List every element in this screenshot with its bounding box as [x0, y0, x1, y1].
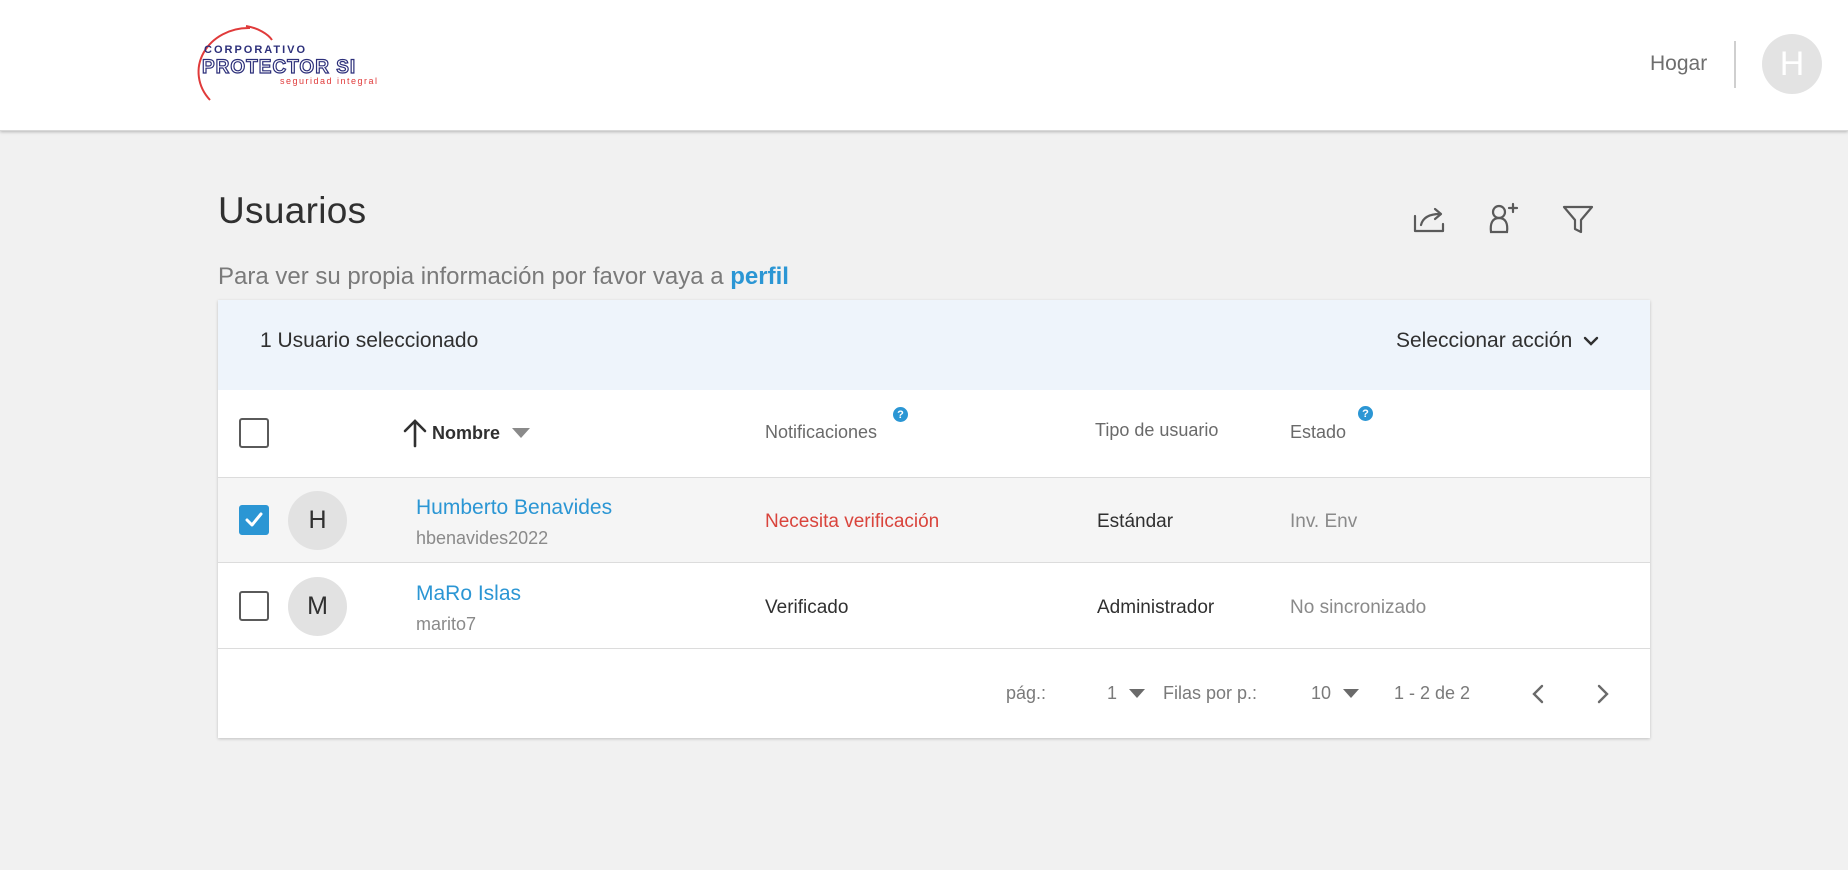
table-row[interactable]: M MaRo Islas marito7 Verificado Administ…: [218, 564, 1650, 649]
avatar: M: [288, 577, 347, 636]
column-status-header: Estado: [1290, 422, 1347, 442]
rows-per-page-label: Filas por p.:: [1163, 683, 1258, 703]
previous-page-button[interactable]: [1524, 679, 1554, 709]
selection-bar: 1 Usuario seleccionado Seleccionar acció…: [218, 300, 1650, 390]
table-header: Nombre Notificaciones ? Tipo de usuario …: [218, 390, 1650, 478]
user-status: Inv. Env: [1290, 511, 1358, 532]
user-avatar[interactable]: H: [1762, 34, 1822, 94]
chevron-left-icon: [1532, 684, 1544, 704]
page-subtitle: Para ver su propia información por favor…: [218, 263, 789, 291]
column-user-type-header: Tipo de usuario: [1095, 420, 1219, 440]
page-value: 1: [1107, 683, 1118, 703]
user-status: No sincronizado: [1290, 597, 1427, 618]
pagination-footer: pág.: 1 Filas por p.: 10 1 - 2 de 2: [218, 649, 1650, 738]
rows-per-page-select[interactable]: 10: [1311, 683, 1360, 704]
company-logo[interactable]: CORPORATIVO PROTECTOR SI seguridad integ…: [188, 22, 408, 106]
header-divider: [1734, 41, 1736, 88]
user-type: Administrador: [1097, 597, 1215, 618]
row-checkbox[interactable]: [239, 505, 269, 535]
profile-link[interactable]: perfil: [730, 263, 789, 290]
logo-graphic: CORPORATIVO PROTECTOR SI seguridad integ…: [197, 25, 379, 101]
page-label: pág.:: [1006, 683, 1047, 703]
notification-status: Verificado: [765, 597, 849, 618]
add-user-icon[interactable]: [1484, 200, 1522, 238]
arrow-up-icon: [403, 419, 427, 448]
notifications-help-icon[interactable]: ?: [893, 407, 908, 422]
caret-down-icon: [1129, 689, 1146, 698]
check-icon: [245, 512, 263, 527]
avatar: H: [288, 491, 347, 550]
rows-per-page-value: 10: [1311, 683, 1332, 703]
select-action-dropdown[interactable]: Seleccionar acción: [1396, 329, 1600, 353]
sort-by-name[interactable]: Nombre: [402, 418, 531, 448]
row-checkbox[interactable]: [239, 591, 269, 621]
filter-icon[interactable]: [1559, 200, 1597, 238]
status-help-icon[interactable]: ?: [1358, 406, 1373, 421]
svg-text:PROTECTOR SI: PROTECTOR SI: [202, 57, 356, 78]
user-name-link[interactable]: Humberto Benavides: [416, 496, 612, 520]
export-icon[interactable]: [1410, 200, 1448, 238]
selection-count: 1 Usuario seleccionado: [260, 329, 479, 352]
column-name-header: Nombre: [432, 422, 501, 443]
svg-text:seguridad integral: seguridad integral: [280, 76, 379, 86]
notification-status: Necesita verificación: [765, 511, 940, 532]
page-select[interactable]: 1: [1107, 683, 1146, 704]
next-page-button[interactable]: [1587, 679, 1617, 709]
user-type: Estándar: [1097, 511, 1174, 532]
top-bar: CORPORATIVO PROTECTOR SI seguridad integ…: [0, 0, 1848, 131]
user-login: hbenavides2022: [416, 528, 549, 548]
column-notifications-header: Notificaciones: [765, 422, 878, 442]
home-link[interactable]: Hogar: [1650, 52, 1707, 76]
subtitle-text: Para ver su propia información por favor…: [218, 263, 724, 290]
svg-text:CORPORATIVO: CORPORATIVO: [204, 44, 307, 56]
caret-down-icon: [1343, 689, 1360, 698]
select-all-checkbox[interactable]: [239, 418, 269, 448]
chevron-right-icon: [1597, 684, 1609, 704]
select-action-label: Seleccionar acción: [1396, 329, 1573, 352]
users-table-card: 1 Usuario seleccionado Seleccionar acció…: [218, 300, 1650, 738]
pagination-range: 1 - 2 de 2: [1394, 683, 1471, 703]
chevron-down-icon: [1584, 336, 1599, 346]
user-name-link[interactable]: MaRo Islas: [416, 582, 521, 606]
page-title: Usuarios: [218, 190, 367, 231]
caret-down-icon: [512, 428, 531, 438]
user-login: marito7: [416, 614, 477, 634]
table-row[interactable]: H Humberto Benavides hbenavides2022 Nece…: [218, 478, 1650, 563]
